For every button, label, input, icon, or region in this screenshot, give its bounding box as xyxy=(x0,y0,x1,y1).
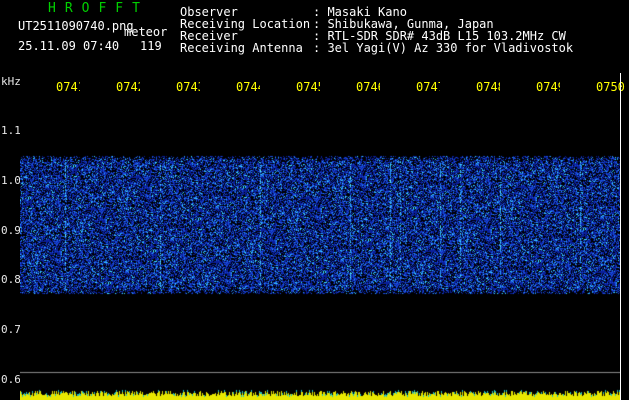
time-tick: 0746 xyxy=(356,80,380,94)
time-tick: 0741 xyxy=(56,80,80,94)
right-border xyxy=(620,73,621,400)
detection-count: 119 xyxy=(140,39,162,53)
info-value-antenna: : 3el Yagi(V) Az 330 for Vladivostok xyxy=(313,41,574,55)
y-axis-unit: kHz xyxy=(1,75,21,88)
y-tick: 0.6 xyxy=(1,373,21,386)
file-name: UT2511090740.png xyxy=(18,19,134,33)
y-tick: 0.9 xyxy=(1,224,21,237)
y-tick: 1.1 xyxy=(1,124,21,137)
time-tick: 0748 xyxy=(476,80,500,94)
time-tick: 0747 xyxy=(416,80,440,94)
time-tick: 0742 xyxy=(116,80,140,94)
y-tick: 0.8 xyxy=(1,273,21,286)
capture-datetime: 25.11.09 07:40 xyxy=(18,39,120,53)
y-tick: 1.0 xyxy=(1,174,21,187)
time-tick: 0749 xyxy=(536,80,560,94)
y-tick: 0.7 xyxy=(1,323,21,336)
spectrogram[interactable] xyxy=(20,96,620,400)
time-tick: 0743 xyxy=(176,80,200,94)
info-label-antenna: Receiving Antenna xyxy=(180,41,303,55)
time-tick: 0745 xyxy=(296,80,320,94)
time-tick: 0744 xyxy=(236,80,260,94)
file-type: meteor xyxy=(124,25,168,39)
app-logo: HROFFT xyxy=(48,1,149,16)
